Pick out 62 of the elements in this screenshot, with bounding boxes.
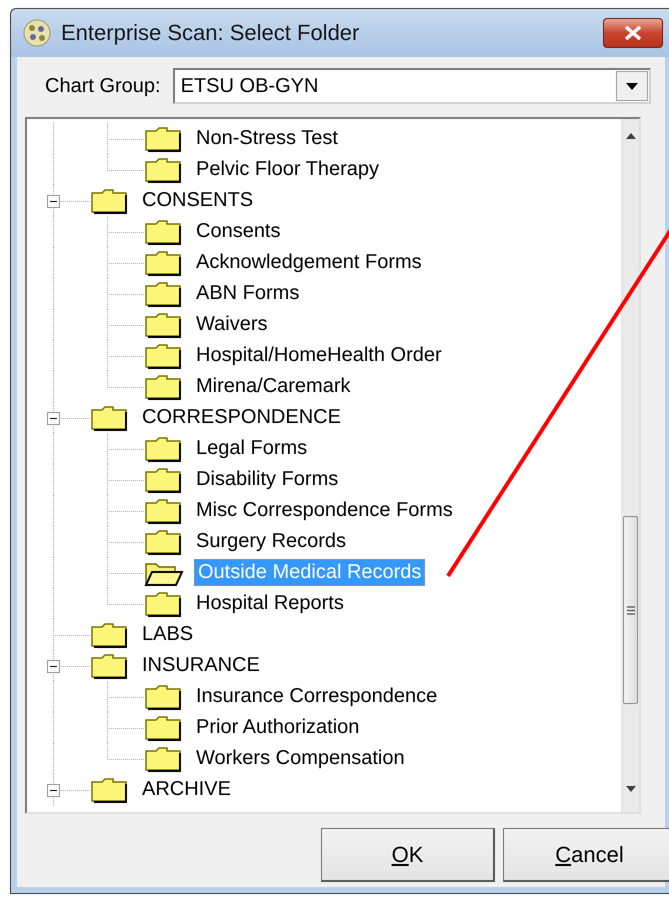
folder-icon — [144, 280, 182, 306]
folder-item[interactable]: Hospital Reports — [192, 590, 348, 617]
close-icon — [623, 26, 643, 40]
folder-icon — [144, 466, 182, 492]
folder-item[interactable]: Waivers — [192, 311, 272, 338]
folder-item[interactable]: Prior Authorization — [192, 714, 364, 741]
folder-icon — [144, 342, 182, 368]
folder-item[interactable]: Mirena/Caremark — [192, 373, 354, 400]
folder-icon — [90, 622, 128, 648]
ok-button[interactable]: OK — [321, 828, 495, 882]
folder-icon — [144, 312, 182, 338]
folder-icon — [144, 746, 182, 772]
folder-icon — [90, 188, 128, 214]
folder-icon — [144, 218, 182, 244]
folder-item[interactable]: Pelvic Floor Therapy — [192, 156, 384, 183]
folder-icon — [144, 126, 182, 152]
folder-icon — [144, 156, 182, 182]
scroll-down-icon[interactable] — [626, 786, 636, 792]
folder-item[interactable]: LABS — [138, 621, 198, 648]
folder-icon — [90, 776, 128, 802]
scrollbar[interactable] — [621, 119, 639, 812]
folder-item[interactable]: Workers Compensation — [192, 745, 409, 772]
folder-item[interactable]: ABN Forms — [192, 280, 304, 307]
caret-icon — [626, 82, 638, 90]
folder-icon — [144, 714, 182, 740]
folder-item[interactable]: CONSENTS — [138, 187, 258, 214]
grip-icon — [626, 606, 634, 614]
folder-item[interactable]: Surgery Records — [192, 528, 350, 555]
folder-item[interactable]: Legal Forms — [192, 435, 312, 462]
collapse-toggle[interactable] — [47, 412, 60, 425]
folder-icon — [144, 528, 182, 554]
chart-group-label: Chart Group: — [45, 74, 161, 98]
folder-item[interactable]: INSURANCE — [138, 652, 264, 679]
folder-icon — [144, 590, 182, 616]
folder-item[interactable]: CORRESPONDENCE — [138, 404, 345, 431]
folder-item[interactable]: ARCHIVE — [138, 776, 235, 803]
folder-item[interactable]: Misc Correspondence Forms — [192, 497, 457, 524]
chart-group-value: ETSU OB-GYN — [180, 74, 318, 98]
folder-icon — [144, 436, 182, 462]
folder-item[interactable]: Insurance Correspondence — [192, 683, 442, 710]
folder-icon — [144, 498, 182, 524]
scroll-up-icon[interactable] — [626, 133, 636, 139]
folder-icon — [144, 684, 182, 710]
window-title: Enterprise Scan: Select Folder — [61, 20, 360, 46]
folder-icon — [90, 404, 128, 430]
scrollbar-thumb[interactable] — [623, 516, 638, 704]
chart-group-dropdown[interactable]: ETSU OB-GYN — [172, 68, 651, 104]
folder-item[interactable]: Consents — [192, 218, 284, 245]
collapse-toggle[interactable] — [47, 195, 60, 208]
close-button[interactable] — [603, 18, 663, 48]
collapse-toggle[interactable] — [47, 784, 60, 797]
folder-item[interactable]: Disability Forms — [192, 466, 342, 493]
folder-item[interactable]: Acknowledgement Forms — [192, 249, 426, 276]
app-icon — [23, 19, 51, 47]
folder-icon — [144, 250, 182, 276]
collapse-toggle[interactable] — [47, 660, 60, 673]
dropdown-button[interactable] — [616, 71, 648, 101]
cancel-button[interactable]: Cancel — [503, 828, 669, 882]
folder-icon — [144, 374, 182, 400]
folder-item[interactable]: Non-Stress Test — [192, 125, 342, 152]
folder-icon — [90, 652, 128, 678]
folder-item[interactable]: Hospital/HomeHealth Order — [192, 342, 446, 369]
